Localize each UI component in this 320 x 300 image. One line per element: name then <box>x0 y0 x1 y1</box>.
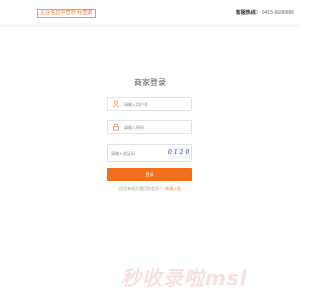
captcha-image[interactable]: 0120 <box>168 147 190 159</box>
hotline-number: 0415-6696686 <box>261 10 294 16</box>
hotline: 客服热线：0415-6696686 <box>236 10 294 16</box>
captcha-placeholder: 请输入验证码 <box>111 150 135 156</box>
hotline-label: 客服热线： <box>235 10 261 16</box>
register-link[interactable]: 申请入驻 <box>165 186 181 191</box>
captcha-field[interactable]: 请输入验证码 0120 <box>107 144 192 162</box>
login-button[interactable]: 登录 <box>107 168 192 181</box>
login-page: 企业信息中营范 经营赋 客服热线：0415-6696686 商家登录 请输入用户… <box>0 0 300 300</box>
header-bar: 企业信息中营范 经营赋 客服热线：0415-6696686 <box>0 0 300 26</box>
watermark: 秒收录啦msl <box>121 266 248 290</box>
username-field[interactable]: 请输入用户名 <box>107 97 192 111</box>
username-placeholder: 请输入用户名 <box>124 101 148 107</box>
password-placeholder: 请输入密码 <box>124 124 144 130</box>
register-prompt-text: 还没有成为我们的会员？ <box>119 186 163 191</box>
register-prompt: 还没有成为我们的会员？ 申请入驻 <box>108 186 192 191</box>
lock-icon <box>110 121 122 133</box>
user-icon <box>110 98 122 110</box>
password-field[interactable]: 请输入密码 <box>107 120 192 134</box>
login-title: 商家登录 <box>134 78 166 87</box>
brand-logo[interactable]: 企业信息中营范 经营赋 <box>37 9 96 18</box>
